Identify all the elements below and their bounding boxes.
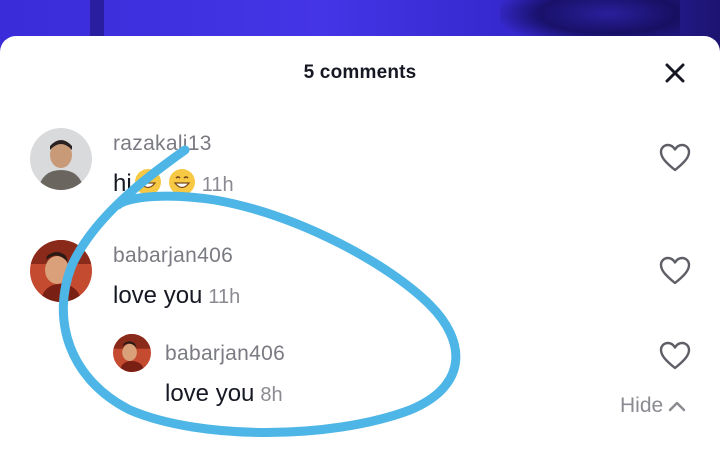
hide-label: Hide [620,394,664,417]
comments-sheet: 5 comments [0,36,720,453]
close-icon [665,63,685,83]
comment-time: 11h [208,286,241,308]
close-button[interactable] [660,58,690,88]
heart-icon [659,143,691,172]
chevron-up-icon [669,401,686,412]
comment-text: hi 11h [113,168,234,198]
avatar[interactable] [30,240,92,302]
comment-time: 11h [201,174,234,196]
video-shadow [90,0,104,40]
like-button[interactable] [659,341,691,371]
comment-text: love you 11h [113,282,240,310]
heart-icon [659,256,691,285]
comment-username[interactable]: razakali13 [113,132,212,156]
grinning-face-icon [134,169,161,195]
like-button[interactable] [659,143,691,173]
reply-body: love you [165,380,255,407]
reply-username[interactable]: babarjan406 [165,342,285,366]
reply-time: 8h [260,384,283,406]
avatar[interactable] [113,334,151,372]
like-button[interactable] [659,256,691,286]
comment-body: hi [113,170,132,197]
reply-text: love you 8h [165,380,283,408]
comment-body: love you [113,282,203,309]
grinning-face-icon [168,169,195,195]
comments-count-title: 5 comments [303,62,417,83]
heart-icon [659,341,691,370]
comment-username[interactable]: babarjan406 [113,244,233,268]
avatar[interactable] [30,128,92,190]
hide-replies-button[interactable]: Hide [620,394,687,418]
